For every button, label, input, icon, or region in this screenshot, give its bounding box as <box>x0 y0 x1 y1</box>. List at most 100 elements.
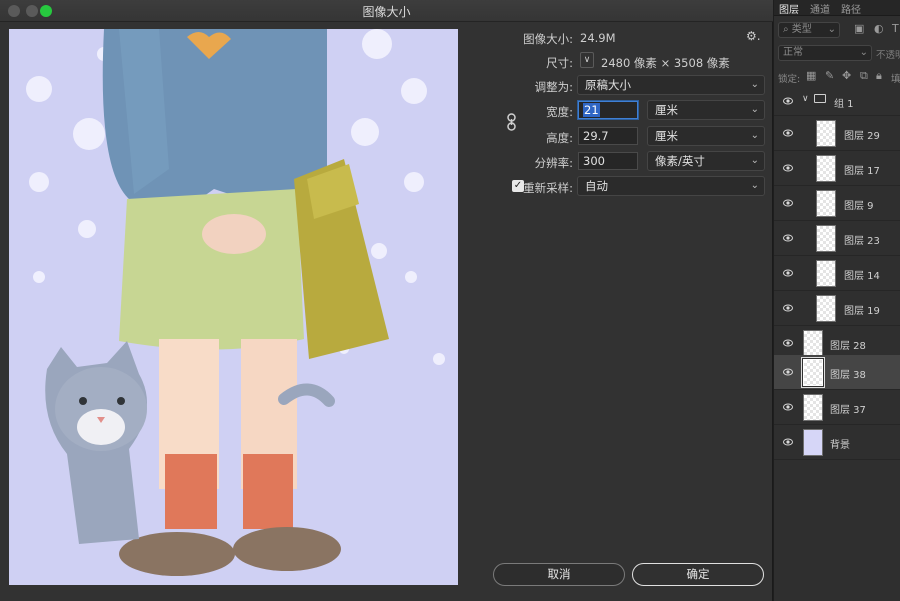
search-icon: ⌕ <box>783 24 789 35</box>
height-unit-select[interactable]: 厘米 ⌄ <box>647 126 765 146</box>
ok-button[interactable]: 确定 <box>632 563 764 586</box>
layers-panel: 图层 通道 路径 ⌕ 类型 ⌄ ▣ ◐ T 正常 ⌄ 不透明 锁定: ▦ ✎ ✥… <box>774 0 900 601</box>
opacity-label: 不透明 <box>876 50 900 61</box>
layer-group-row[interactable]: ∨ 组 1 <box>774 86 900 116</box>
resolution-input[interactable]: 300 <box>578 152 638 170</box>
layer-thumbnail <box>816 225 836 252</box>
resolution-label: 分辨率: <box>534 156 573 170</box>
preview-illustration <box>9 29 458 585</box>
resample-select[interactable]: 自动 ⌄ <box>577 176 765 196</box>
resample-label: 重新采样: <box>523 181 573 195</box>
fit-to-select[interactable]: 原稿大小 ⌄ <box>577 75 765 95</box>
layer-name: 图层 14 <box>844 271 880 282</box>
lock-position-icon[interactable]: ✥ <box>842 69 851 82</box>
layer-row[interactable]: 图层 14 <box>774 256 900 291</box>
layer-row[interactable]: 背景 <box>774 425 900 460</box>
lock-all-icon[interactable]: 🔒︎ <box>876 69 882 83</box>
layer-thumbnail <box>816 260 836 287</box>
layer-name: 图层 19 <box>844 306 880 317</box>
lock-pixels-icon[interactable]: ✎ <box>825 69 834 82</box>
width-unit-value: 厘米 <box>655 103 678 117</box>
layer-row[interactable]: 图层 19 <box>774 291 900 326</box>
layer-thumbnail <box>803 359 823 386</box>
chevron-down-icon: ⌄ <box>750 155 759 166</box>
layer-thumbnail <box>816 120 836 147</box>
tab-paths[interactable]: 路径 <box>841 1 861 16</box>
layer-name: 图层 28 <box>830 341 866 352</box>
width-input[interactable]: 21 <box>578 101 638 119</box>
layer-name: 图层 23 <box>844 236 880 247</box>
layer-name: 图层 29 <box>844 131 880 142</box>
layer-thumbnail <box>803 330 823 357</box>
layer-thumbnail <box>816 295 836 322</box>
chevron-down-icon: ⌄ <box>827 24 836 35</box>
group-name: 组 1 <box>834 99 854 110</box>
lock-artboard-icon[interactable]: ⧉ <box>860 69 868 83</box>
eye-icon[interactable] <box>783 367 793 377</box>
height-unit-value: 厘米 <box>655 129 678 143</box>
dimensions-value: 2480 像素 × 3508 像素 <box>601 56 730 70</box>
dimensions-label: 尺寸: <box>546 56 573 70</box>
height-label: 高度: <box>546 131 573 145</box>
cancel-button[interactable]: 取消 <box>493 563 625 586</box>
image-size-value: 24.9M <box>580 31 616 45</box>
layer-thumbnail <box>803 429 823 456</box>
eye-icon[interactable] <box>783 128 793 138</box>
chevron-down-icon: ⌄ <box>750 79 759 90</box>
folder-icon <box>814 94 826 103</box>
layer-thumbnail <box>816 155 836 182</box>
eye-icon[interactable] <box>783 163 793 173</box>
layer-name: 图层 38 <box>830 370 866 381</box>
width-value: 21 <box>583 103 600 117</box>
fill-label: 填 <box>891 74 900 85</box>
eye-icon[interactable] <box>783 402 793 412</box>
eye-icon[interactable] <box>783 233 793 243</box>
lock-label: 锁定: <box>778 74 801 85</box>
layer-row[interactable]: 图层 17 <box>774 151 900 186</box>
blend-mode-select[interactable]: 正常 ⌄ <box>778 45 872 61</box>
resolution-unit-select[interactable]: 像素/英寸 ⌄ <box>647 151 765 171</box>
tab-layers[interactable]: 图层 <box>779 1 799 16</box>
chevron-down-icon: ⌄ <box>750 130 759 141</box>
image-size-label: 图像大小: <box>523 32 573 46</box>
layer-name: 背景 <box>830 440 850 451</box>
chevron-down-icon[interactable]: ∨ <box>580 52 594 68</box>
layer-row[interactable]: 图层 29 <box>774 116 900 151</box>
image-size-dialog: 图像大小 图像大小: 24.9M ⚙. 尺寸: ∨ 2480 像素 × 3508… <box>0 0 773 601</box>
layer-name: 图层 17 <box>844 166 880 177</box>
resample-value: 自动 <box>585 179 608 193</box>
layer-filter-value: 类型 <box>791 24 812 35</box>
chevron-down-icon: ⌄ <box>750 104 759 115</box>
eye-icon[interactable] <box>783 303 793 313</box>
gear-icon[interactable]: ⚙. <box>746 29 761 43</box>
width-unit-select[interactable]: 厘米 ⌄ <box>647 100 765 120</box>
fit-to-value: 原稿大小 <box>585 78 631 92</box>
eye-icon[interactable] <box>783 198 793 208</box>
blend-mode-value: 正常 <box>783 47 803 58</box>
image-filter-icon[interactable]: ▣ <box>854 22 864 35</box>
layer-thumbnail <box>803 394 823 421</box>
width-label: 宽度: <box>546 105 573 119</box>
layer-filter-select[interactable]: ⌕ 类型 ⌄ <box>778 22 840 38</box>
chevron-down-icon[interactable]: ∨ <box>802 94 809 104</box>
layer-name: 图层 37 <box>830 405 866 416</box>
image-preview[interactable] <box>9 29 458 585</box>
layer-row[interactable]: 图层 9 <box>774 186 900 221</box>
eye-icon[interactable] <box>783 437 793 447</box>
layer-row[interactable]: 图层 23 <box>774 221 900 256</box>
height-input[interactable]: 29.7 <box>578 127 638 145</box>
layer-name: 图层 9 <box>844 201 874 212</box>
tab-channels[interactable]: 通道 <box>810 1 830 16</box>
lock-transparency-icon[interactable]: ▦ <box>806 69 816 82</box>
chevron-down-icon: ⌄ <box>859 47 868 58</box>
type-filter-icon[interactable]: T <box>892 22 899 35</box>
adjustment-filter-icon[interactable]: ◐ <box>874 22 884 35</box>
eye-icon[interactable] <box>783 338 793 348</box>
eye-icon[interactable] <box>783 268 793 278</box>
layer-thumbnail <box>816 190 836 217</box>
eye-icon[interactable] <box>783 96 793 106</box>
layer-row-selected[interactable]: 图层 38 <box>774 355 900 390</box>
panel-tabs: 图层 通道 路径 <box>774 0 900 16</box>
layer-row[interactable]: 图层 37 <box>774 390 900 425</box>
resolution-unit-value: 像素/英寸 <box>655 154 705 168</box>
